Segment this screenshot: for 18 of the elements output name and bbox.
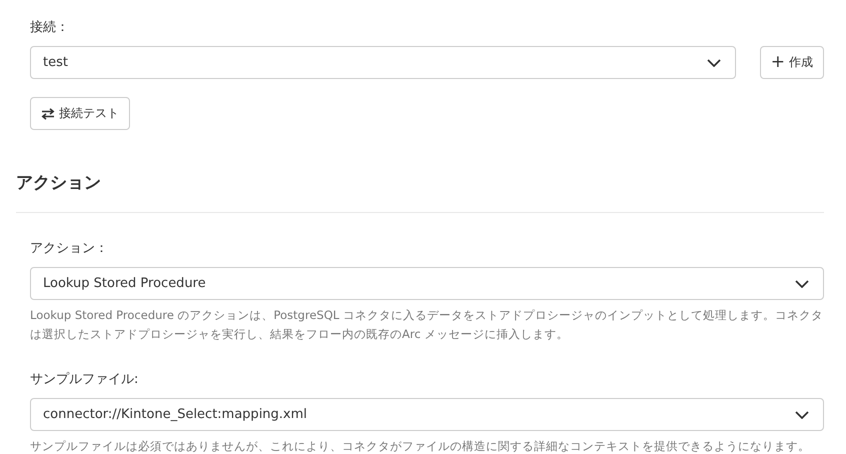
field-label: アクション： [30,240,109,258]
section-heading: アクション [16,172,102,195]
dropdown-value: test [43,55,68,70]
field-label: 接続： [30,19,70,37]
swap-arrows-icon [41,108,55,120]
field-label: サンプルファイル: [30,371,140,389]
create-button[interactable]: + 作成 [760,46,824,79]
chevron-down-icon [706,58,721,66]
chevron-down-icon [795,280,809,288]
test-connection-button[interactable]: 接続テスト [30,97,130,130]
dropdown[interactable]: test [30,46,736,79]
help-text: Lookup Stored Procedure のアクションは、PostgreSQL コネクタに入るデータをストアドプロシージャのインプットとして処理します。コネクタは選択したストアドプロシージャを実行し、結果をフロー内の既存のArc メッセージに挿入します。 [30,307,824,343]
dropdown[interactable]: connector://Kintone_Select:mapping.xml [30,398,824,431]
help-text: サンプルファイルは必須ではありませんが、これにより、コネクタがファイルの構造に関する詳細なコンテキストを提供できるようになります。 [30,438,811,454]
dropdown[interactable]: Lookup Stored Procedure [30,267,824,300]
dropdown-value: connector://Kintone_Select:mapping.xml [43,407,308,422]
dropdown-value: Lookup Stored Procedure [43,276,206,291]
chevron-down-icon [795,410,809,418]
